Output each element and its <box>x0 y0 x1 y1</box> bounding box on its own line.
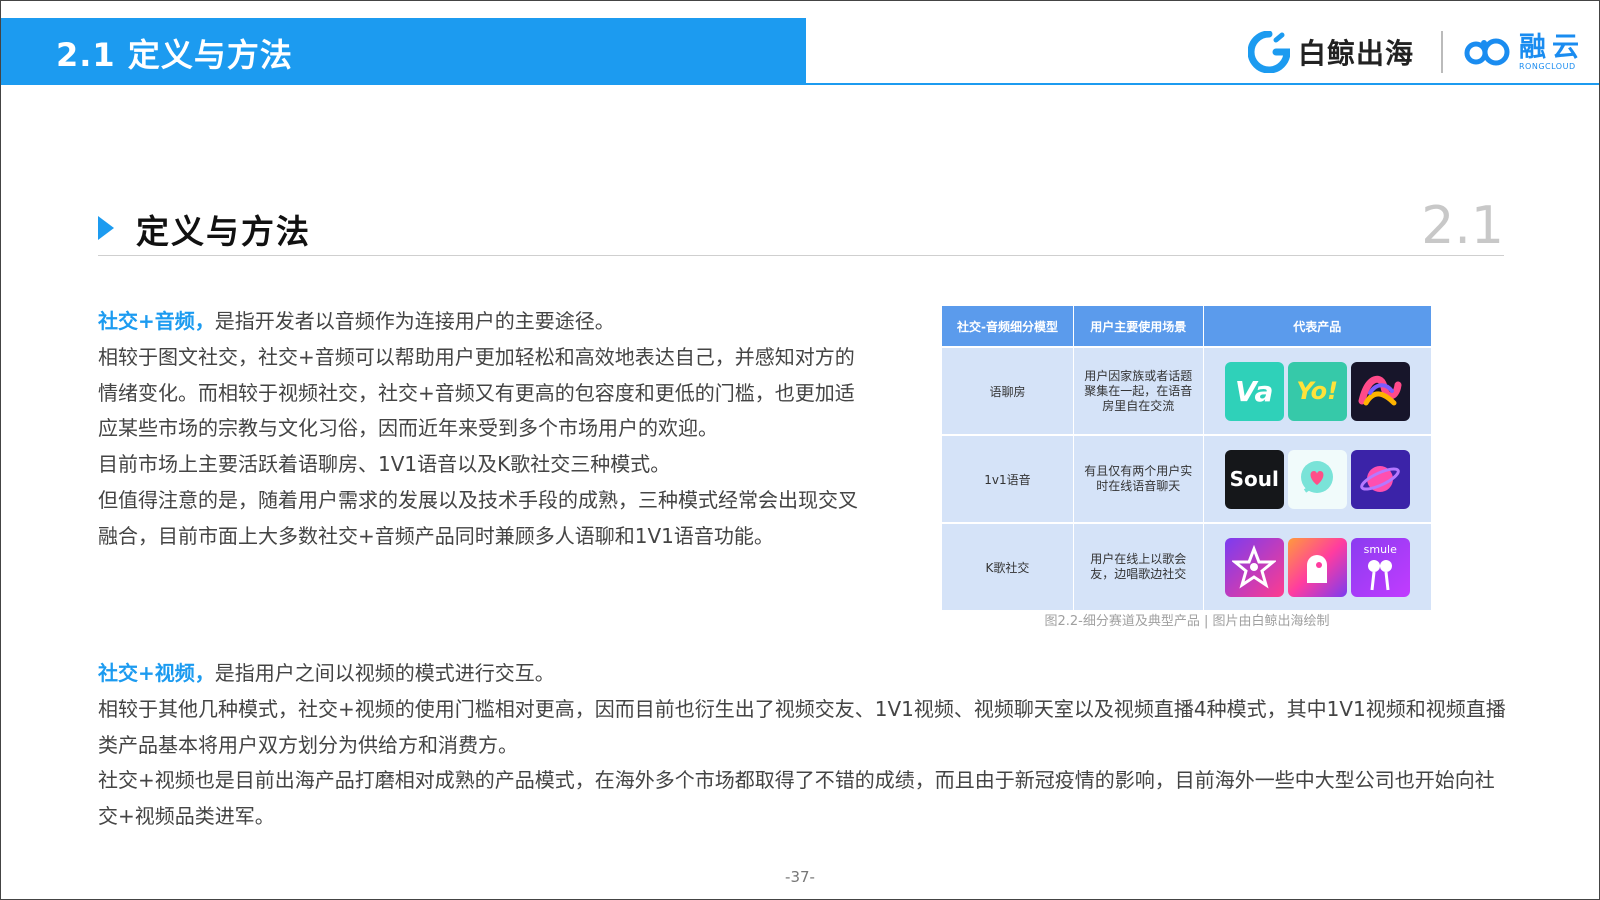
table-header-products: 代表产品 <box>1203 306 1432 347</box>
star-app-icon <box>1224 537 1284 597</box>
rongcloud-icon <box>1464 38 1510 66</box>
header-title: 2.1 定义与方法 <box>56 36 293 74</box>
table-cell-scene: 用户在线上以歌会友，边唱歌边社交 <box>1073 522 1204 610</box>
table-cell-model: K歌社交 <box>942 522 1074 610</box>
video-line1: 是指用户之间以视频的模式进行交互。 <box>214 661 555 685</box>
section-marker-icon <box>98 216 114 240</box>
ribbon-app-icon <box>1350 361 1410 421</box>
audio-line3: 目前市场上主要活跃着语聊房、1V1语音以及K歌社交三种模式。 <box>98 452 671 477</box>
va-app-icon: Va <box>1224 361 1284 421</box>
audio-lead: 社交+音频， <box>98 309 215 333</box>
table-row: 语聊房 用户因家族或者话题聚集在一起，在语音房里自在交流 Va Yo! <box>942 346 1432 435</box>
audio-line1: 是指开发者以音频作为连接用户的主要途径。 <box>214 309 615 333</box>
figure-caption: 图2.2-细分赛道及典型产品 | 图片由白鲸出海绘制 <box>1044 614 1330 629</box>
video-paragraph: 社交+视频，是指用户之间以视频的模式进行交互。 相较于其他几种模式，社交+视频的… <box>98 656 1508 835</box>
brand-baijing-logo: 白鲸出海 <box>1248 30 1414 74</box>
video-line3: 社交+视频也是目前出海产品打磨相对成熟的产品模式，在海外多个市场都取得了不错的成… <box>98 768 1495 829</box>
smule-app-icon: smule <box>1350 537 1410 597</box>
audio-line2: 相较于图文社交，社交+音频可以帮助用户更加轻松和高效地表达自己，并感知对方的情绪… <box>98 344 855 441</box>
header-rule <box>806 83 1599 85</box>
planet-app-icon <box>1350 449 1410 509</box>
table-cell-scene: 用户因家族或者话题聚集在一起，在语音房里自在交流 <box>1073 346 1204 435</box>
audio-line4: 但值得注意的是，随着用户需求的发展以及技术手段的成熟，三种模式经常会出现交叉融合… <box>98 487 858 548</box>
section-title: 定义与方法 <box>136 212 311 251</box>
table-header-scene: 用户主要使用场景 <box>1073 306 1204 347</box>
baijing-icon <box>1248 31 1290 73</box>
yo-app-icon: Yo! <box>1287 361 1347 421</box>
video-line2: 相较于其他几种模式，社交+视频的使用门槛相对更高，因而目前也衍生出了视频交友、1… <box>98 696 1506 757</box>
table-cell-model: 语聊房 <box>942 346 1074 435</box>
table-row: 1v1语音 有且仅有两个用户实时在线语音聊天 Soul <box>942 434 1432 523</box>
soul-app-icon: Soul <box>1224 449 1284 509</box>
brand-rongcloud-cn: 融云 <box>1519 31 1585 63</box>
table-cell-model: 1v1语音 <box>942 434 1074 523</box>
section-divider <box>98 255 1504 256</box>
audio-intro: 社交+音频，是指开发者以音频作为连接用户的主要途径。 <box>98 304 858 340</box>
audio-model-table: 社交-音频细分模型 用户主要使用场景 代表产品 语聊房 用户因家族或者话题聚集在… <box>942 306 1432 610</box>
brand-rongcloud-logo: 融云 RONGCLOUD <box>1463 30 1585 74</box>
table-row: K歌社交 用户在线上以歌会友，边唱歌边社交 smule <box>942 522 1432 610</box>
heart-chat-app-icon <box>1287 449 1347 509</box>
video-intro: 社交+视频，是指用户之间以视频的模式进行交互。 <box>98 656 1508 692</box>
audio-paragraph: 社交+音频，是指开发者以音频作为连接用户的主要途径。 相较于图文社交，社交+音频… <box>98 304 858 555</box>
section-number: 2.1 <box>1421 196 1504 256</box>
table-cell-apps: Soul <box>1203 434 1432 523</box>
video-lead: 社交+视频， <box>98 661 215 685</box>
brand-baijing-text: 白鲸出海 <box>1298 37 1415 70</box>
table-cell-apps: Va Yo! <box>1203 346 1432 435</box>
bird-app-icon <box>1287 537 1347 597</box>
brand-rongcloud-en: RONGCLOUD <box>1519 61 1576 71</box>
page-number: -37- <box>785 868 815 886</box>
table-header-model: 社交-音频细分模型 <box>942 306 1074 347</box>
table-cell-apps: smule <box>1203 522 1432 610</box>
brand-separator <box>1441 31 1443 73</box>
table-cell-scene: 有且仅有两个用户实时在线语音聊天 <box>1073 434 1204 523</box>
